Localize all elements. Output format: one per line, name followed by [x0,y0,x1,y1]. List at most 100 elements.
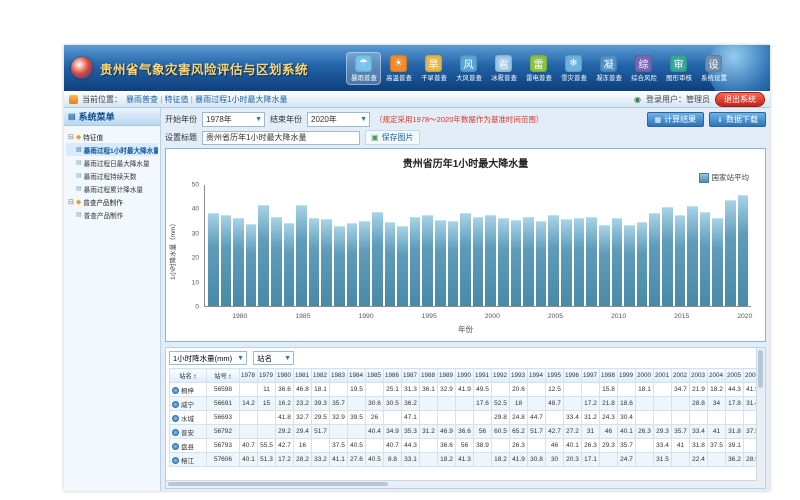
vertical-scrollbar[interactable] [756,348,765,488]
column-header-label: 1995 [547,372,561,379]
column-header-2002[interactable]: 2002▲▼ [672,369,690,383]
table-row[interactable]: 榕江5760640.151.317.228.233.241.127.640.58… [170,453,767,467]
module-wind[interactable]: 风大风普查 [452,53,485,84]
station-marker-icon[interactable] [172,387,179,394]
table-row[interactable]: 水城5669341.832.729.532.939.52647.129.824.… [170,411,767,425]
column-header-2003[interactable]: 2003▲▼ [690,369,708,383]
breadcrumb-item[interactable]: 暴雨普查 [126,95,158,104]
tree-group[interactable]: ⊟◆普查产品制作 [66,195,158,208]
station-marker-icon[interactable] [172,443,179,450]
column-header-1982[interactable]: 1982▲▼ [312,369,330,383]
column-header-2000[interactable]: 2000▲▼ [636,369,654,383]
table-filters: 1小时降水量(mm) ▼ 站名 ▼ [169,351,756,365]
column-header-1992[interactable]: 1992▲▼ [492,369,510,383]
station-filter-select[interactable]: 站名 ▼ [253,351,294,365]
column-header-站号[interactable]: 站号▲▼ [207,369,240,383]
column-header-1994[interactable]: 1994▲▼ [528,369,546,383]
module-rainstorm[interactable]: ☂暴雨普查 [347,53,380,84]
station-marker-icon[interactable] [172,457,179,464]
chart-title-input[interactable] [202,131,360,145]
tree-item[interactable]: ▤暴雨过程累计降水量 [66,182,158,195]
column-header-1990[interactable]: 1990▲▼ [456,369,474,383]
column-header-2004[interactable]: 2004▲▼ [708,369,726,383]
column-header-1980[interactable]: 1980▲▼ [276,369,294,383]
breadcrumb-item[interactable]: 特征值 [165,95,189,104]
module-drought[interactable]: 旱干旱普查 [417,53,450,84]
station-marker-icon[interactable] [172,415,179,422]
table-row[interactable]: 威宁5669114.21516.223.239.335.730.630.536.… [170,397,767,411]
sort-icon[interactable]: ▲▼ [228,373,232,380]
station-marker-icon[interactable] [172,429,179,436]
column-header-1999[interactable]: 1999▲▼ [618,369,636,383]
tree-item[interactable]: ▤普查产品制作 [66,208,158,221]
module-snow[interactable]: ❄雪灾普查 [557,53,590,84]
table-row[interactable]: 盘县5679340.755.542.71637.540.540.744.336.… [170,439,767,453]
column-header-1995[interactable]: 1995▲▼ [546,369,564,383]
column-header-1979[interactable]: 1979▲▼ [258,369,276,383]
horizontal-scrollbar[interactable] [166,480,757,488]
module-hail[interactable]: 雹冰雹普查 [487,53,520,84]
value-cell: 25.1 [384,383,402,397]
column-header-1998[interactable]: 1998▲▼ [600,369,618,383]
vertical-scrollbar-thumb[interactable] [758,350,763,388]
value-cell: 34.7 [672,383,690,397]
logout-button[interactable]: 退出系统 [715,92,765,107]
bar-1980 [233,218,244,306]
column-header-1996[interactable]: 1996▲▼ [564,369,582,383]
value-cell: 20.3 [564,453,582,467]
column-header-1993[interactable]: 1993▲▼ [510,369,528,383]
tree-item[interactable]: ▤暴雨过程持续天数 [66,169,158,182]
column-header-label: 1997 [583,372,597,379]
column-header-1984[interactable]: 1984▲▼ [348,369,366,383]
value-cell: 24.3 [600,411,618,425]
bar-1993 [397,226,408,306]
chart-panel: 贵州省历年1小时最大降水量 国家站平均 1小时降水量（mm） 010203040… [165,148,766,342]
module-freeze[interactable]: 凝凝冻普查 [592,53,625,84]
value-cell: 34 [708,397,726,411]
column-header-1978[interactable]: 1978▲▼ [240,369,258,383]
value-cell: 17.6 [474,397,492,411]
tree-item-label: 暴雨过程持续天数 [84,171,137,181]
column-header-1987[interactable]: 1987▲▼ [402,369,420,383]
value-cell: 28.8 [690,397,708,411]
column-header-站名[interactable]: 站名▲▼ [170,369,207,383]
column-header-1981[interactable]: 1981▲▼ [294,369,312,383]
expander-icon[interactable]: ⊟ [68,198,74,206]
tree-item[interactable]: ▤暴雨过程日最大降水量 [66,156,158,169]
tree-group[interactable]: ⊟◆特征值 [66,130,158,143]
column-header-1991[interactable]: 1991▲▼ [474,369,492,383]
value-cell: 60.5 [492,425,510,439]
save-image-button[interactable]: ▣ 保存图片 [365,130,420,145]
value-type-select[interactable]: 1小时降水量(mm) ▼ [169,351,247,365]
value-cell: 18 [510,397,528,411]
table-row[interactable]: 桐梓565981136.646.818.119.525.131.336.132.… [170,383,767,397]
horizontal-scrollbar-thumb[interactable] [168,482,388,486]
column-header-1989[interactable]: 1989▲▼ [438,369,456,383]
column-header-1985[interactable]: 1985▲▼ [366,369,384,383]
module-heat[interactable]: ☀高温普查 [382,53,415,84]
module-review[interactable]: 审图形审核 [662,53,695,84]
breadcrumb-item[interactable]: 暴雨过程1小时最大降水量 [195,95,287,104]
column-header-1988[interactable]: 1988▲▼ [420,369,438,383]
column-header-1986[interactable]: 1986▲▼ [384,369,402,383]
station-marker-icon[interactable] [172,401,179,408]
sort-icon[interactable]: ▲▼ [193,373,197,380]
calc-result-button[interactable]: ▦ 计算结果 [647,112,705,127]
value-cell: 40.5 [366,453,384,467]
column-header-1983[interactable]: 1983▲▼ [330,369,348,383]
column-header-1997[interactable]: 1997▲▼ [582,369,600,383]
column-header-2001[interactable]: 2001▲▼ [654,369,672,383]
table-row[interactable]: 普安5679229.229.451.740.434.935.331.246.93… [170,425,767,439]
module-settings[interactable]: 设系统设置 [697,53,730,84]
value-cell: 31 [582,425,600,439]
tree-item[interactable]: ▤暴雨过程1小时最大降水量 [66,143,158,156]
data-download-button[interactable]: ⇓ 数据下载 [709,112,766,127]
start-year-select[interactable]: 1978年 ▼ [202,112,265,127]
module-lightning[interactable]: 雷雷电普查 [522,53,555,84]
module-risk[interactable]: 综综合风险 [627,53,660,84]
expander-icon[interactable]: ⊟ [68,133,74,141]
value-type-value: 1小时降水量(mm) [173,353,232,364]
end-year-select[interactable]: 2020年 ▼ [307,112,370,127]
wind-icon: 风 [460,55,477,72]
column-header-2005[interactable]: 2005▲▼ [726,369,744,383]
